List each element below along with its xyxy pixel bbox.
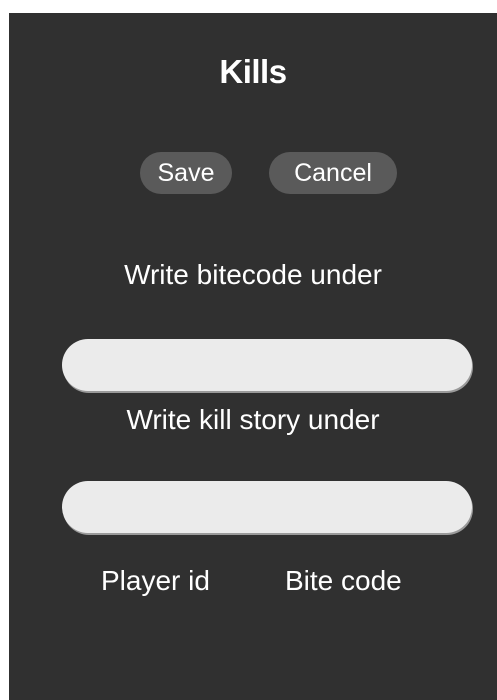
cancel-button[interactable]: Cancel [269,152,397,194]
player-id-label: Player id [101,565,210,596]
bitecode-label: Write bitecode under [124,259,382,290]
save-button[interactable]: Save [140,152,232,194]
kill-story-label: Write kill story under [126,404,380,435]
kills-panel: Kills Save Cancel Write bitecode under W… [9,13,497,700]
kill-story-input[interactable] [62,481,472,533]
bite-code-label: Bite code [285,565,402,596]
page-title: Kills [219,53,287,90]
bitecode-input[interactable] [62,339,472,391]
